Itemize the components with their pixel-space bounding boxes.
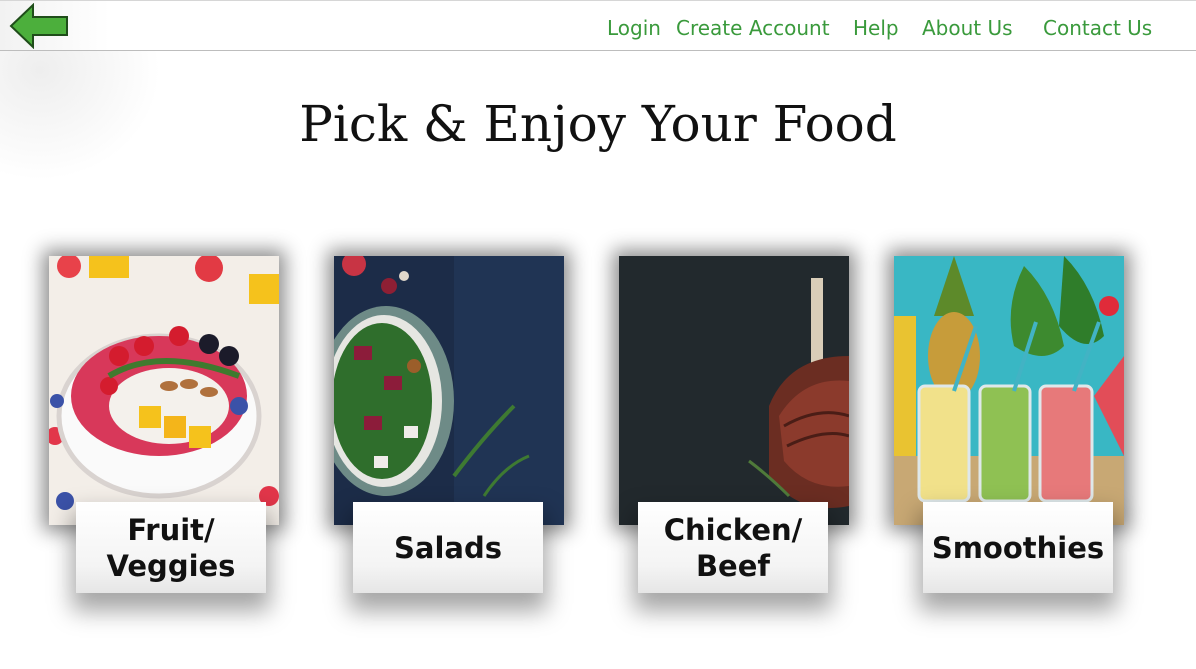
smoothies-image xyxy=(894,256,1124,525)
page-title: Pick & Enjoy Your Food xyxy=(299,95,897,153)
nav-link-about-us[interactable]: About Us xyxy=(922,15,1013,41)
nav-link-create-account[interactable]: Create Account xyxy=(676,15,830,41)
category-card-salads[interactable]: Salads xyxy=(334,256,564,593)
category-label-salads: Salads xyxy=(353,502,543,593)
nav-link-help[interactable]: Help xyxy=(853,15,899,41)
category-card-fruit-veggies[interactable]: Fruit/ Veggies xyxy=(49,256,279,593)
category-label-smoothies: Smoothies xyxy=(923,502,1113,593)
back-button[interactable] xyxy=(9,2,71,50)
fruit-bowl-image xyxy=(49,256,279,525)
salad-image xyxy=(334,256,564,525)
steak-image xyxy=(619,256,849,525)
category-label-fruit-veggies: Fruit/ Veggies xyxy=(76,502,266,593)
page: Login Create Account Help About Us Conta… xyxy=(0,0,1196,669)
category-card-chicken-beef[interactable]: Chicken/ Beef xyxy=(619,256,849,593)
top-nav-bar: Login Create Account Help About Us Conta… xyxy=(0,0,1196,51)
category-label-chicken-beef: Chicken/ Beef xyxy=(638,502,828,593)
nav-link-login[interactable]: Login xyxy=(607,15,661,41)
nav-link-contact-us[interactable]: Contact Us xyxy=(1043,15,1152,41)
arrow-left-icon xyxy=(9,2,68,50)
category-card-smoothies[interactable]: Smoothies xyxy=(894,256,1124,593)
